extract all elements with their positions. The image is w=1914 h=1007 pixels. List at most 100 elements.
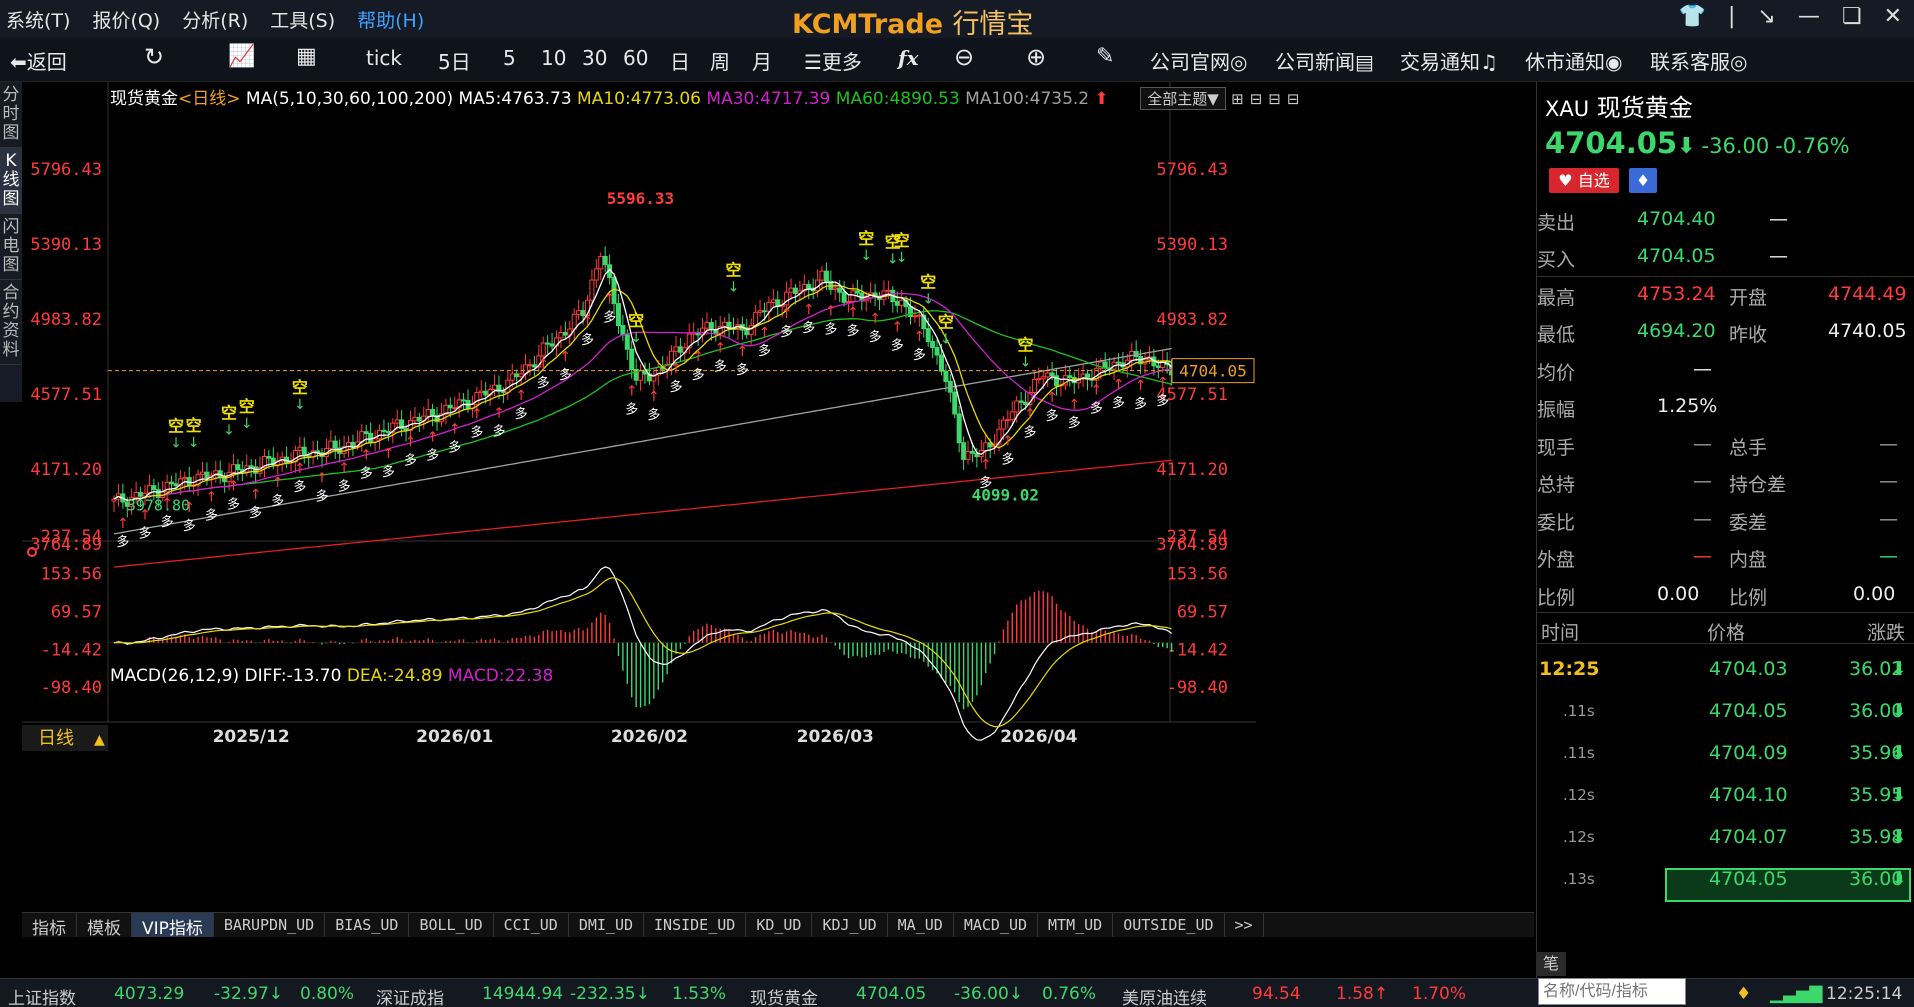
trade-time: .12s (1563, 828, 1595, 846)
restore-icon[interactable]: ❏ (1842, 4, 1862, 29)
nei-pan-value: — (1879, 545, 1898, 567)
ind-tab-dmi[interactable]: DMI_UD (569, 913, 645, 937)
title-bar: 系统(T) 报价(Q) 分析(R) 工具(S) 帮助(H) KCMTrade 行… (0, 0, 1914, 40)
amplitude-value: 1.25% (1657, 395, 1718, 417)
sell-signal-label: 空 (894, 231, 910, 250)
ind-tab-template[interactable]: 模板 (77, 913, 132, 939)
candle-chart-icon[interactable]: ▦ (296, 44, 317, 69)
period-week[interactable]: 周 (710, 46, 730, 75)
candle-body (169, 481, 175, 485)
period-60[interactable]: 60 (623, 46, 648, 70)
buy-arrow-icon: ↑ (449, 422, 461, 438)
header-period[interactable]: <日线> (178, 89, 241, 109)
layout-icons[interactable]: ⊞⊟⊟⊟ (1231, 90, 1305, 108)
period-month[interactable]: 月 (752, 46, 772, 75)
ind-tab-bias[interactable]: BIAS_UD (325, 913, 410, 937)
ind-tab-boll[interactable]: BOLL_UD (409, 913, 494, 937)
status-name[interactable]: 现货黄金 (750, 984, 818, 1007)
trade-time: 12:25 (1539, 658, 1600, 680)
candle-body (173, 483, 179, 487)
status-name[interactable]: 深证成指 (376, 984, 444, 1007)
ind-tab-kdj[interactable]: KDJ_UD (812, 913, 888, 937)
ind-tab-vip[interactable]: VIP指标 (132, 913, 214, 939)
candle-body (983, 442, 989, 452)
shrink-icon[interactable]: ↘ (1757, 4, 1775, 29)
menu-quote[interactable]: 报价(Q) (92, 6, 160, 33)
period-day[interactable]: 日 (670, 46, 690, 75)
buy-arrow-icon: ↑ (604, 291, 616, 307)
ind-tab-ma[interactable]: MA_UD (888, 913, 954, 937)
shirt-icon[interactable]: 👕 (1679, 4, 1706, 29)
ind-tab-more[interactable]: >> (1225, 913, 1264, 937)
menu-tools[interactable]: 工具(S) (270, 6, 335, 33)
quote-row-low-prev: 最低 4694.20 昨收 4740.05 (1537, 314, 1914, 351)
link-holiday-notice[interactable]: 休市通知◉ (1525, 46, 1622, 75)
ind-tab-mtm[interactable]: MTM_UD (1038, 913, 1114, 937)
ind-tab-outside[interactable]: OUTSIDE_UD (1113, 913, 1225, 937)
period-5day[interactable]: 5日 (438, 46, 471, 75)
menu-help[interactable]: 帮助(H) (357, 6, 424, 33)
tab-kline[interactable]: K线图 (0, 148, 22, 214)
ind-tab-cci[interactable]: CCI_UD (494, 913, 569, 937)
sell-arrow-icon: ↓ (630, 330, 642, 346)
menu-system[interactable]: 系统(T) (6, 6, 70, 33)
alert-bell-button[interactable]: ♦ (1629, 168, 1657, 193)
theme-dropdown[interactable]: 全部主题▼ (1140, 87, 1226, 110)
hold-diff-value: — (1879, 470, 1898, 492)
period-30[interactable]: 30 (582, 46, 607, 70)
link-customer-service[interactable]: 联系客服◎ (1650, 46, 1747, 75)
macd-label[interactable]: MACD(26,12,9) (110, 666, 239, 686)
link-trade-notice[interactable]: 交易通知♫ (1400, 46, 1498, 75)
candle-body (943, 370, 949, 382)
more-button[interactable]: ☰更多 (804, 46, 862, 75)
status-change: 1.58↑ (1336, 984, 1389, 1004)
trades-header-change: 涨跌 (1867, 622, 1906, 644)
status-pct: 0.76% (1042, 984, 1097, 1004)
link-official-site[interactable]: 公司官网◎ (1150, 46, 1247, 75)
close-icon[interactable]: ✕ (1884, 4, 1902, 29)
candle-body (492, 384, 498, 391)
status-change: -32.97↓ (214, 984, 284, 1004)
chart-area[interactable]: 5796.43 5796.43 5390.13 5390.13 4983.82 4983.… (22, 82, 1534, 882)
ind-tab-kd[interactable]: KD_UD (746, 913, 813, 937)
candle-body (412, 416, 418, 422)
buy-signal-label: 多 (404, 453, 417, 469)
trades-header: 时间 价格 涨跌 (1537, 612, 1914, 644)
period-tick[interactable]: tick (366, 46, 402, 70)
menu-analysis[interactable]: 分析(R) (182, 6, 248, 33)
candle-body (593, 268, 599, 281)
zoom-out-icon[interactable]: ⊖ (954, 43, 974, 71)
header-ma-label[interactable]: MA(5,10,30,60,100,200) (246, 89, 453, 109)
period-5[interactable]: 5 (503, 46, 516, 70)
refresh-icon[interactable]: ↻ (144, 43, 164, 71)
ind-tab-barupdn[interactable]: BARUPDN_UD (214, 913, 326, 937)
minimize-icon[interactable]: — (1798, 4, 1820, 29)
favorite-button[interactable]: ♥ 自选 (1549, 168, 1619, 193)
high-label: 最高 (1537, 287, 1576, 309)
ind-tab-indicator[interactable]: 指标 (22, 913, 77, 939)
wai-pan-value: — (1693, 545, 1712, 567)
tab-timeshare[interactable]: 分时图 (0, 82, 22, 148)
zoom-in-icon[interactable]: ⊕ (1026, 43, 1046, 71)
back-button[interactable]: ⬅返回 (10, 46, 67, 75)
line-chart-icon[interactable]: 📈 (228, 44, 255, 69)
candle-body (602, 255, 608, 266)
bi-button[interactable]: 笔 (1536, 952, 1566, 976)
period-10[interactable]: 10 (541, 46, 566, 70)
bid-value: 4704.05 (1637, 245, 1716, 267)
ma60-line (113, 310, 1172, 501)
trade-time: .11s (1563, 702, 1595, 720)
kline-chart-svg[interactable]: 5796.43 5796.43 5390.13 5390.13 4983.82 4983.… (22, 82, 1534, 912)
symbol-search-input[interactable] (1538, 978, 1686, 1005)
down-arrow-icon: ⬇ (1891, 826, 1907, 848)
ind-tab-inside[interactable]: INSIDE_UD (644, 913, 747, 937)
ind-tab-macd[interactable]: MACD_UD (954, 913, 1039, 937)
status-name[interactable]: 美原油连续 (1122, 984, 1207, 1007)
formula-icon[interactable]: fx (898, 46, 919, 70)
status-name[interactable]: 上证指数 (8, 984, 76, 1007)
link-company-news[interactable]: 公司新闻▤ (1275, 46, 1374, 75)
tab-flash[interactable]: 闪电图 (0, 214, 22, 280)
tab-contract-info[interactable]: 合约资料 (0, 280, 22, 365)
pen-icon[interactable]: ✎ (1096, 44, 1114, 69)
notification-bell-icon[interactable]: ♦ (1736, 984, 1751, 1004)
